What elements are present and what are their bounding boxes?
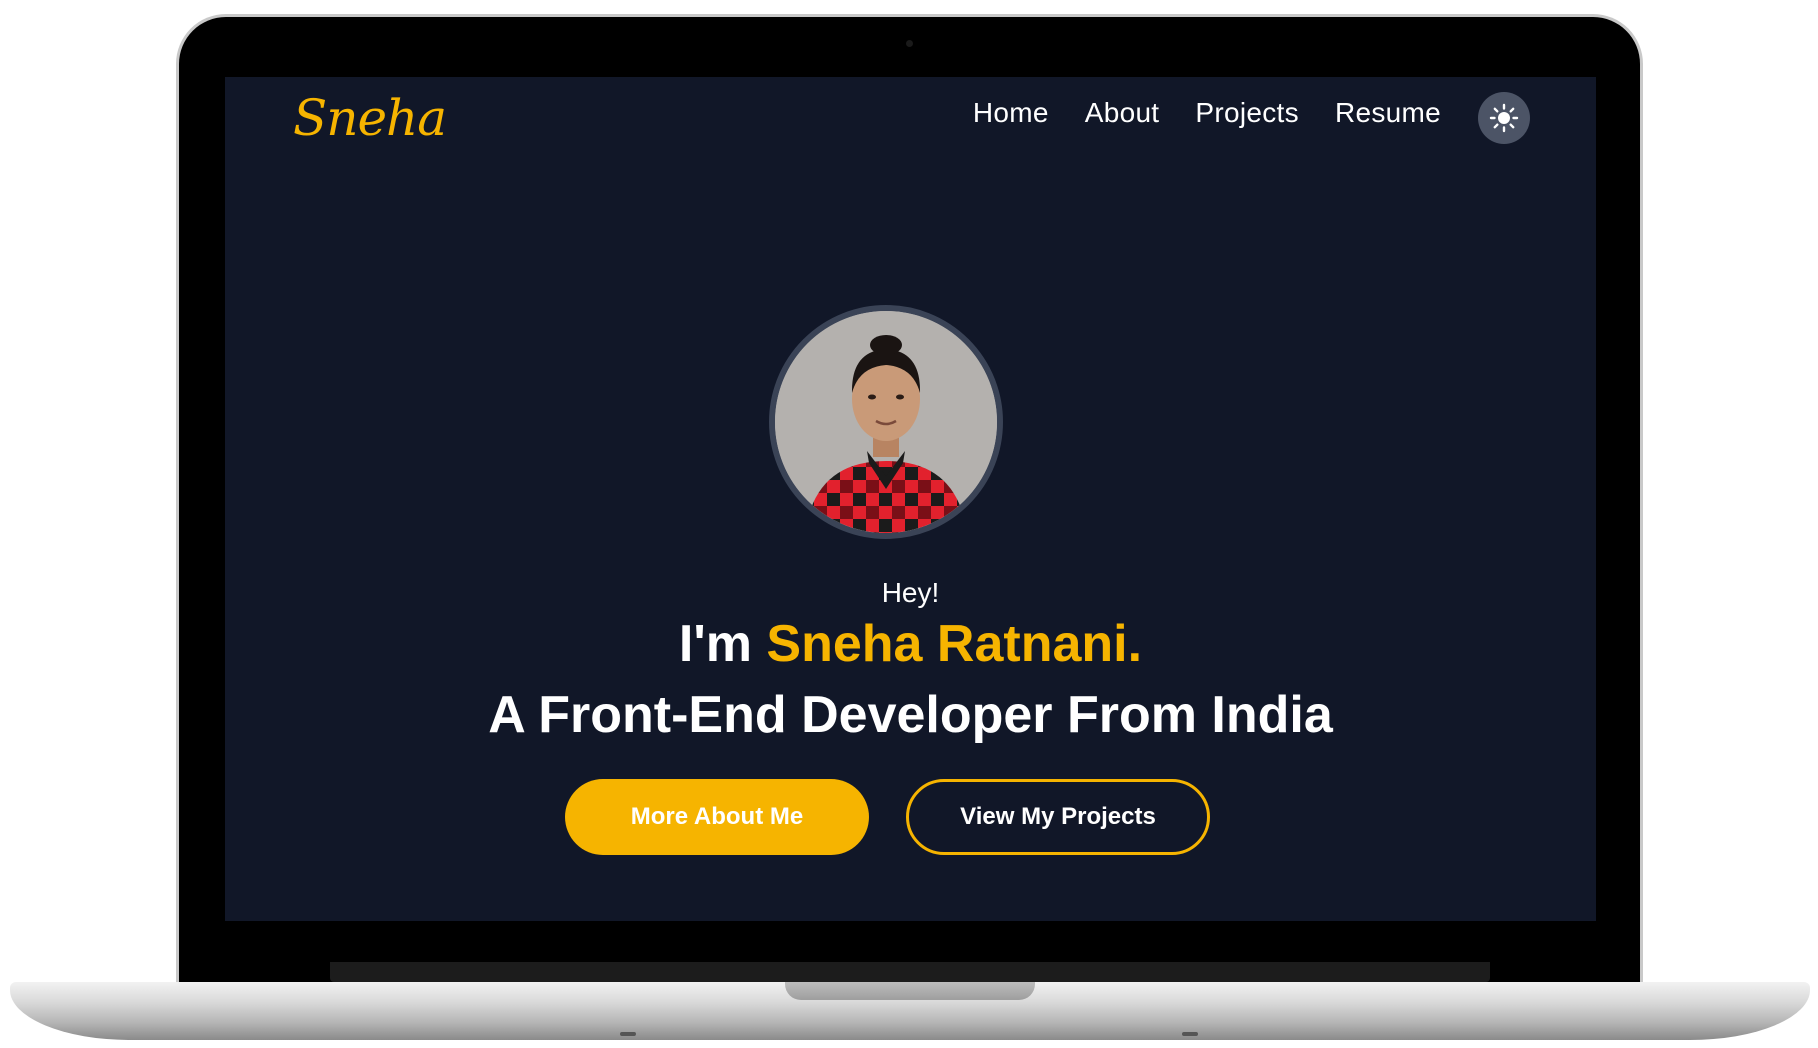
site-logo[interactable]: Sneha [293,89,447,147]
hero-greeting: Hey! [881,577,940,608]
laptop-foot [620,1032,636,1036]
sun-icon [1489,103,1519,133]
laptop-mockup: Sneha Home About Projects Resume Hey! I'… [0,0,1818,1048]
webcam [906,40,913,47]
hero-heading: I'm Sneha Ratnani. [225,614,1596,674]
laptop-hinge [330,962,1490,982]
profile-photo [775,311,997,533]
laptop-foot [1182,1032,1198,1036]
main-nav: Home About Projects Resume [973,97,1441,129]
laptop-lid-notch [785,982,1035,1000]
profile-avatar [769,305,1003,539]
nav-link-projects[interactable]: Projects [1195,97,1299,129]
theme-toggle-button[interactable] [1478,92,1530,144]
nav-link-resume[interactable]: Resume [1335,97,1441,129]
hero-name: Sneha Ratnani. [766,615,1143,673]
more-about-me-button[interactable]: More About Me [565,779,869,855]
nav-link-home[interactable]: Home [973,97,1049,129]
website-screen: Sneha Home About Projects Resume Hey! I'… [225,77,1596,921]
hero-name-prefix: I'm [678,615,767,673]
view-projects-button[interactable]: View My Projects [906,779,1210,855]
nav-link-about[interactable]: About [1085,97,1160,129]
hero-tagline: A Front-End Developer From India [488,686,1333,744]
